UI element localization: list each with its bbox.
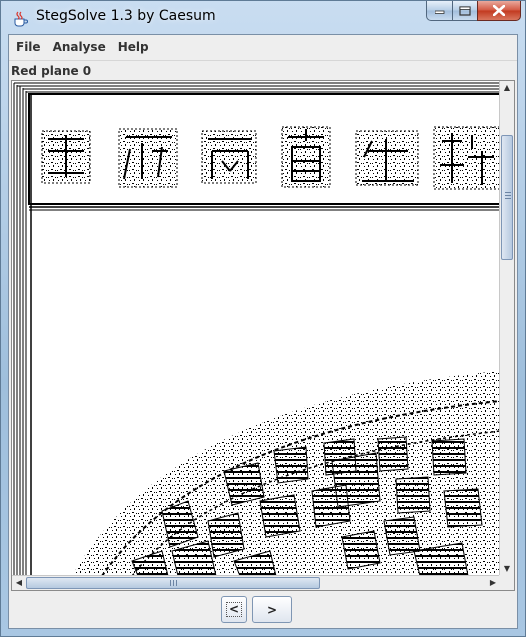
scroll-corner (499, 575, 514, 590)
plane-navigation: < > (221, 596, 292, 623)
grip-icon (170, 580, 178, 586)
stego-image (12, 81, 500, 576)
java-cup-icon (11, 10, 29, 28)
vertical-scrollbar[interactable]: ▲ ▼ (499, 81, 514, 576)
title-bar[interactable]: StegSolve 1.3 by Caesum (1, 1, 526, 34)
menu-file[interactable]: File (9, 35, 47, 60)
bit-plane-image (12, 81, 500, 576)
close-button[interactable] (477, 1, 521, 21)
minimize-button[interactable] (426, 1, 452, 21)
scroll-right-icon[interactable]: ▶ (486, 576, 500, 590)
window-title: StegSolve 1.3 by Caesum (36, 8, 216, 24)
menu-bar: File Analyse Help (9, 35, 517, 61)
vertical-scroll-thumb[interactable] (501, 135, 513, 260)
menu-help[interactable]: Help (112, 35, 155, 60)
scroll-down-icon[interactable]: ▼ (500, 562, 514, 576)
previous-label: < (225, 602, 243, 617)
horizontal-scrollbar[interactable]: ◀ ▶ (12, 575, 500, 590)
previous-plane-button[interactable]: < (221, 596, 247, 623)
menu-analyse[interactable]: Analyse (47, 35, 112, 60)
stegsolve-window: StegSolve 1.3 by Caesum File Analyse Hel… (0, 0, 526, 637)
grip-icon (505, 192, 511, 200)
scroll-up-icon[interactable]: ▲ (500, 81, 514, 95)
minimize-icon (434, 10, 444, 14)
window-client-area: File Analyse Help Red plane 0 ▲ ▼ ◀ ▶ < … (8, 34, 518, 629)
plane-label: Red plane 0 (11, 64, 92, 78)
next-label: > (266, 602, 278, 617)
caption-buttons (426, 1, 521, 23)
next-plane-button[interactable]: > (252, 596, 292, 623)
maximize-icon (459, 5, 471, 16)
image-scroll-pane[interactable]: ▲ ▼ ◀ ▶ (11, 80, 515, 591)
close-icon (493, 5, 505, 16)
maximize-button[interactable] (452, 1, 477, 21)
horizontal-scroll-thumb[interactable] (26, 577, 320, 589)
scroll-left-icon[interactable]: ◀ (12, 576, 26, 590)
